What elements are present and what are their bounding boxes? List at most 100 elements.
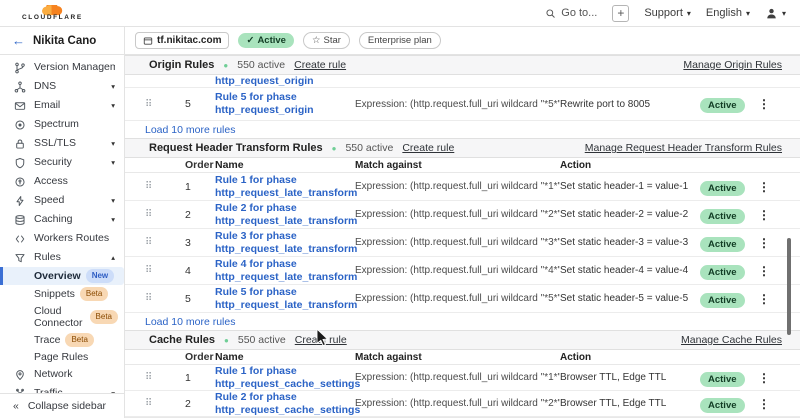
kebab-menu-icon[interactable]: ⋮ [754, 264, 774, 278]
section-title: Cache Rules [149, 334, 215, 346]
create-rule-link[interactable]: Create rule [402, 142, 454, 154]
rule-name-link[interactable]: Rule 4 for phasehttp_request_late_transf… [215, 258, 355, 284]
table-column-headers: Order Name Match against Action [125, 158, 800, 173]
column-order: Order [171, 159, 215, 171]
collapse-icon: « [13, 400, 19, 412]
rule-name-link[interactable]: Rule 1 for phasehttp_request_cache_setti… [215, 365, 355, 391]
rule-action: Set static header-4 = value-4 [560, 265, 700, 276]
cloudflare-dashboard: CLOUDFLARE Go to... + Support ▾ English … [0, 0, 800, 418]
kebab-menu-icon[interactable]: ⋮ [754, 292, 774, 306]
global-search[interactable]: Go to... [545, 7, 597, 19]
sidebar-item-cloud-connector[interactable]: Cloud Connector Beta [0, 303, 124, 331]
sidebar-item-page-rules[interactable]: Page Rules [0, 349, 124, 365]
rule-name-link[interactable]: Rule 1 for phasehttp_request_late_transf… [215, 174, 355, 200]
plan-badge: Enterprise plan [359, 32, 441, 49]
sidebar-item-workers-routes[interactable]: Workers Routes [0, 229, 124, 248]
sidebar-item-label: Overview [34, 270, 81, 282]
column-order: Order [171, 351, 215, 363]
add-site-button[interactable]: + [612, 5, 629, 22]
manage-origin-rules-link[interactable]: Manage Origin Rules [683, 59, 782, 71]
sidebar-item-label: Workers Routes [34, 232, 109, 245]
drag-handle-icon[interactable]: ⠿ [145, 293, 171, 304]
kebab-menu-icon[interactable]: ⋮ [754, 208, 774, 222]
drag-handle-icon[interactable]: ⠿ [145, 237, 171, 248]
vertical-scrollbar[interactable] [787, 238, 791, 335]
rule-name-link[interactable]: Rule 5 for phase http_request_origin [215, 91, 355, 117]
kebab-menu-icon[interactable]: ⋮ [754, 371, 774, 385]
cloudflare-logo[interactable]: CLOUDFLARE [22, 5, 83, 22]
sidebar-item-label: Spectrum [34, 118, 79, 131]
rule-name-link[interactable]: Rule 3 for phasehttp_request_late_transf… [215, 230, 355, 256]
check-icon: ✓ [246, 35, 254, 46]
sidebar-item-overview[interactable]: Overview New [0, 267, 124, 285]
sidebar-nav: Version Management DNS ▾ Email ▾ Spectru… [0, 55, 124, 418]
rule-name-link[interactable]: Rule 2 for phasehttp_request_late_transf… [215, 202, 355, 228]
support-menu[interactable]: Support ▾ [644, 7, 691, 19]
sidebar-item-network[interactable]: Network [0, 365, 124, 384]
rule-name-link[interactable]: http_request_origin [215, 75, 355, 88]
chevron-down-icon: ▾ [111, 194, 115, 207]
chevron-up-icon: ▴ [111, 251, 115, 264]
zone-bar: tf.nikitac.com ✓ Active ☆ Star Enterpris… [125, 27, 800, 55]
drag-handle-icon[interactable]: ⠿ [145, 265, 171, 276]
table-column-headers: Order Name Match against Action [125, 350, 800, 365]
status-badge: Active [700, 98, 745, 113]
star-button[interactable]: ☆ Star [303, 32, 350, 49]
sidebar-item-label: Rules [34, 251, 61, 264]
table-row: ⠿ 1 Rule 1 for phasehttp_request_late_tr… [125, 173, 800, 201]
load-more-rules-link[interactable]: Load 10 more rules [125, 313, 800, 330]
sidebar-item-email[interactable]: Email ▾ [0, 96, 124, 115]
rules-overview-content: Origin Rules ● 550 active Create rule Ma… [125, 55, 800, 418]
sidebar-item-trace[interactable]: Trace Beta [0, 331, 124, 349]
rule-expression: Expression: (http.request.full_uri wildc… [355, 398, 560, 409]
sidebar-item-security[interactable]: Security ▾ [0, 153, 124, 172]
drag-handle-icon[interactable]: ⠿ [145, 372, 171, 383]
sidebar-item-rules[interactable]: Rules ▴ [0, 248, 124, 267]
user-account-menu[interactable]: ▾ [765, 7, 786, 20]
sidebar-item-label: Trace [34, 334, 60, 346]
kebab-menu-icon[interactable]: ⋮ [754, 180, 774, 194]
lock-icon [13, 137, 26, 150]
sidebar-item-label: Caching [34, 213, 73, 226]
sidebar-item-label: Page Rules [34, 351, 88, 363]
rule-name-link[interactable]: Rule 2 for phasehttp_request_cache_setti… [215, 391, 355, 417]
sidebar-item-dns[interactable]: DNS ▾ [0, 77, 124, 96]
manage-cache-rules-link[interactable]: Manage Cache Rules [681, 334, 782, 346]
table-row: ⠿ 4 Rule 4 for phasehttp_request_late_tr… [125, 257, 800, 285]
sidebar-item-speed[interactable]: Speed ▾ [0, 191, 124, 210]
sidebar-item-access[interactable]: Access [0, 172, 124, 191]
sidebar-item-snippets[interactable]: Snippets Beta [0, 285, 124, 303]
kebab-menu-icon[interactable]: ⋮ [754, 397, 774, 411]
zone-selector[interactable]: tf.nikitac.com [135, 32, 229, 49]
drag-handle-icon[interactable]: ⠿ [145, 209, 171, 220]
chevron-down-icon: ▾ [111, 80, 115, 93]
column-match: Match against [355, 160, 560, 171]
rule-expression: Expression: (http.request.full_uri wildc… [355, 181, 560, 192]
status-badge: Active [700, 209, 745, 224]
back-arrow-icon[interactable]: ← [12, 33, 25, 48]
rule-expression: Expression: (http.request.full_uri wildc… [355, 237, 560, 248]
sidebar-item-caching[interactable]: Caching ▾ [0, 210, 124, 229]
drag-handle-icon[interactable]: ⠿ [145, 181, 171, 192]
drag-handle-icon[interactable]: ⠿ [145, 398, 171, 409]
collapse-sidebar-button[interactable]: « Collapse sidebar [0, 393, 124, 418]
create-rule-link[interactable]: Create rule [294, 59, 346, 71]
rule-action: Rewrite port to 8005 [560, 99, 700, 110]
kebab-menu-icon[interactable]: ⋮ [754, 97, 774, 111]
rule-order: 1 [171, 372, 215, 384]
load-more-rules-link[interactable]: Load 10 more rules [125, 121, 800, 138]
language-menu[interactable]: English ▾ [706, 7, 750, 19]
kebab-menu-icon[interactable]: ⋮ [754, 236, 774, 250]
active-dot-icon: ● [223, 61, 228, 70]
sidebar-item-label: Speed [34, 194, 64, 207]
sidebar-item-spectrum[interactable]: Spectrum [0, 115, 124, 134]
sidebar-item-version-management[interactable]: Version Management [0, 58, 124, 77]
sidebar: ← Nikita Cano Version Management DNS ▾ E… [0, 27, 125, 418]
manage-transform-rules-link[interactable]: Manage Request Header Transform Rules [585, 142, 782, 154]
sidebar-item-ssl-tls[interactable]: SSL/TLS ▾ [0, 134, 124, 153]
column-action: Action [560, 160, 700, 171]
lightning-bolt-icon [13, 194, 26, 207]
active-dot-icon: ● [224, 336, 229, 345]
rule-name-link[interactable]: Rule 5 for phasehttp_request_late_transf… [215, 286, 355, 312]
drag-handle-icon[interactable]: ⠿ [145, 99, 171, 110]
